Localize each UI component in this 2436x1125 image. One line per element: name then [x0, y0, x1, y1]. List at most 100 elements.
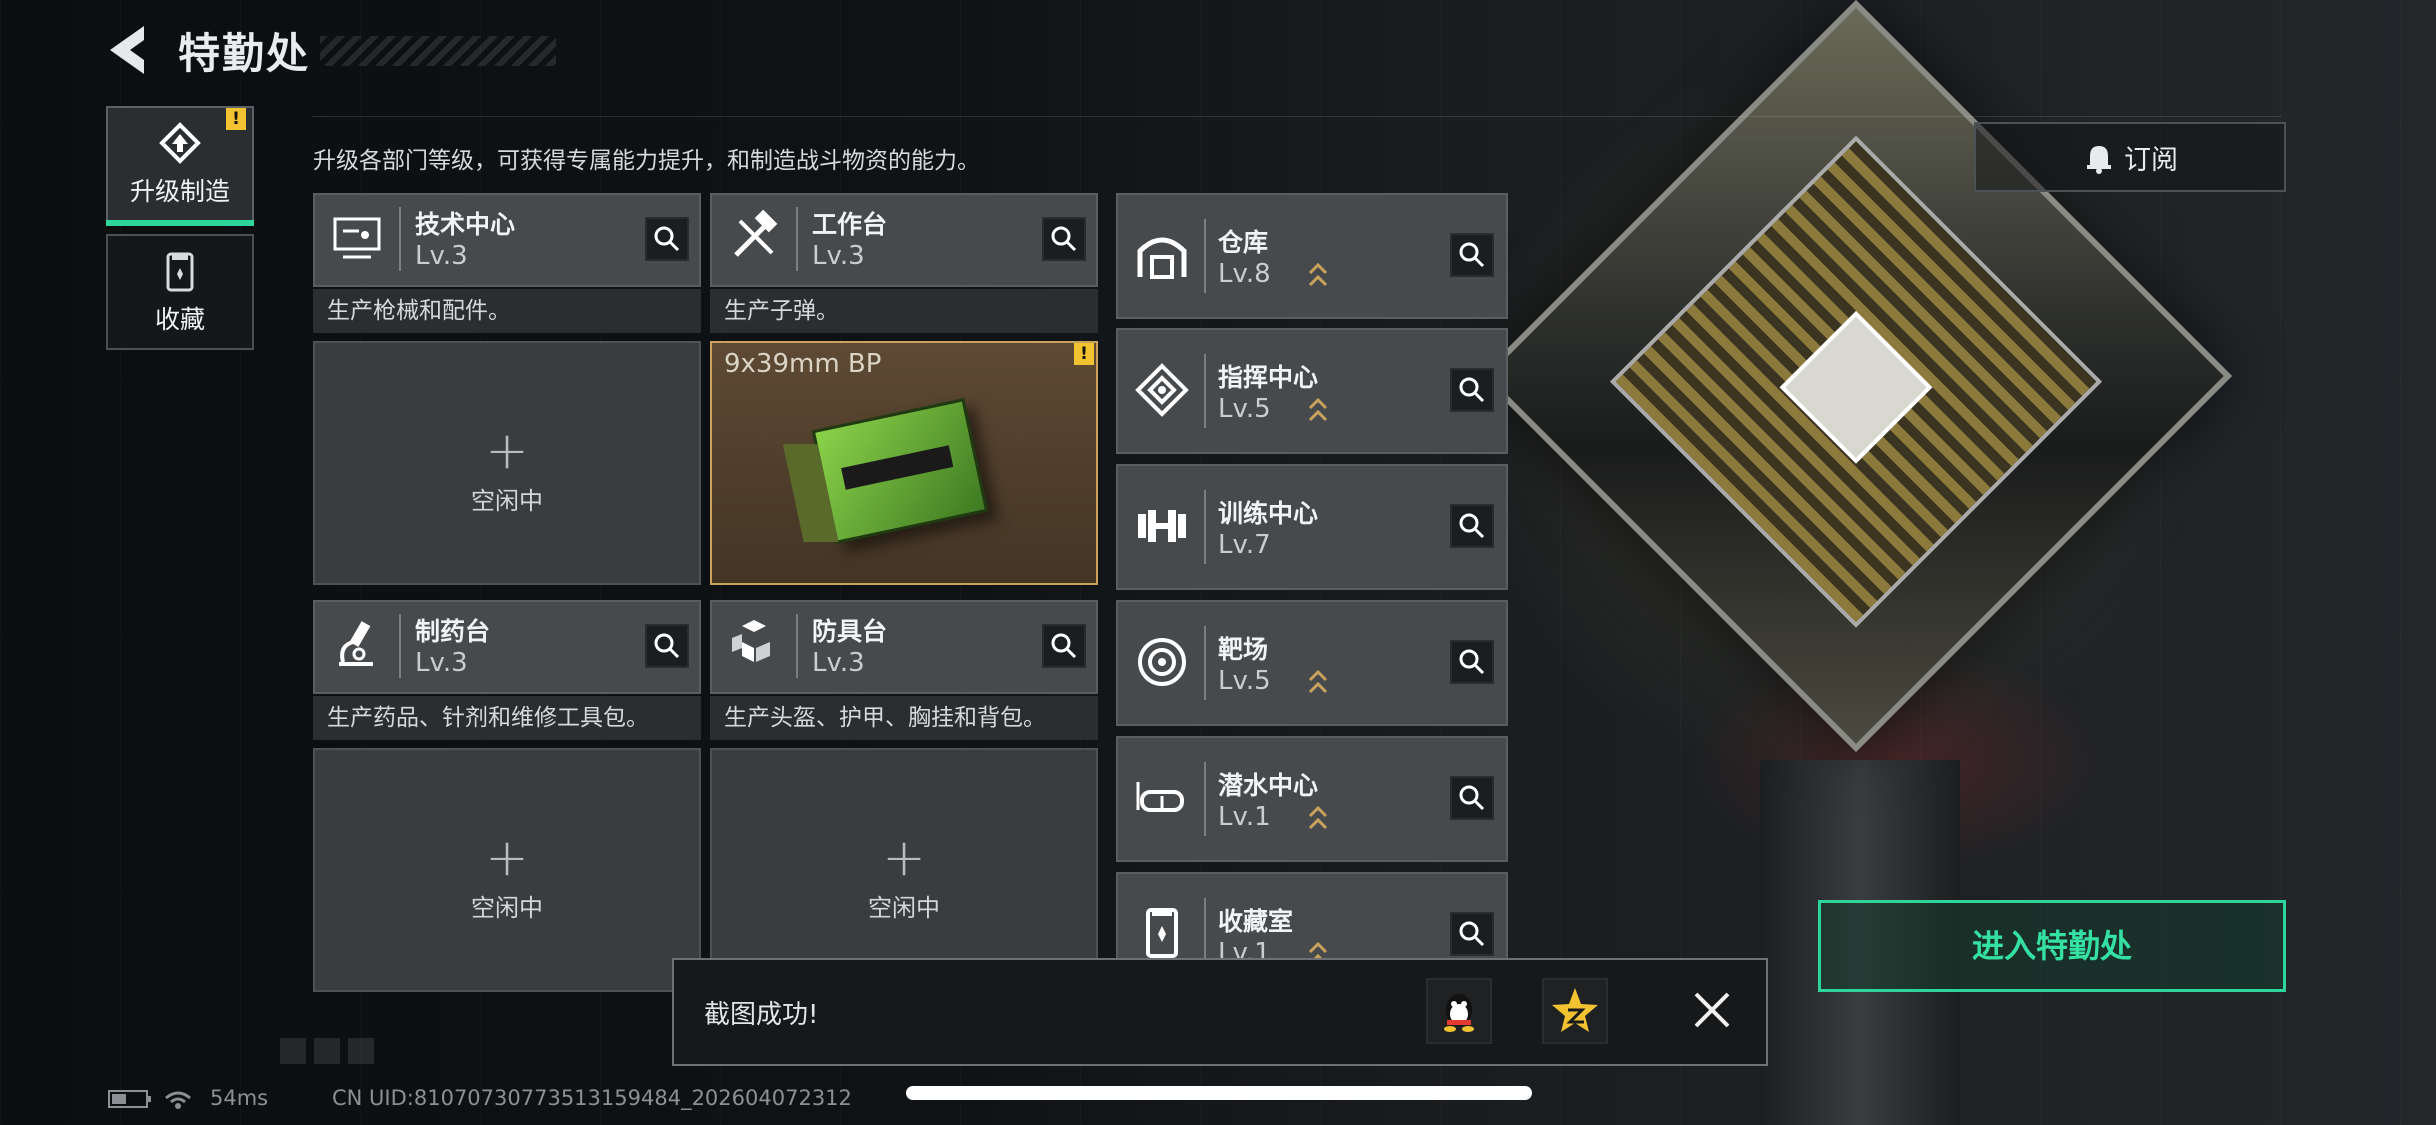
upgrade-available-icon: [1308, 669, 1328, 694]
search-icon: [654, 633, 680, 659]
slot-status: 空闲中: [471, 487, 543, 515]
inspect-button[interactable]: [1042, 217, 1086, 261]
facility-name: 防具台: [812, 617, 888, 646]
close-icon: [1694, 992, 1730, 1028]
battery-wifi-icon: [108, 1090, 191, 1109]
slot-status: 空闲中: [868, 894, 940, 922]
facility-level: Lv.3: [415, 648, 468, 678]
subscribe-label: 订阅: [2124, 145, 2178, 176]
facility-name: 靶场: [1218, 635, 1269, 664]
facility-level: Lv.3: [812, 648, 865, 678]
plus-icon: +: [485, 421, 529, 481]
search-icon: [1459, 513, 1485, 539]
inspect-button[interactable]: [1042, 624, 1086, 668]
computer-icon: [333, 217, 381, 259]
plus-icon: +: [882, 828, 926, 888]
production-slot[interactable]: + 空闲中: [313, 341, 701, 585]
inspect-button[interactable]: [1450, 640, 1494, 684]
facility-training-center[interactable]: 训练中心 Lv.7: [1116, 464, 1508, 590]
crafting-item-name: 9x39mm BP: [724, 349, 882, 379]
plus-icon: +: [485, 828, 529, 888]
back-button[interactable]: [104, 22, 154, 78]
home-indicator[interactable]: [906, 1086, 1532, 1100]
uid-label: CN UID:8107073077351315948​4_20260407231…: [332, 1086, 852, 1110]
search-icon: [1459, 649, 1485, 675]
tab-label: 升级制造: [129, 177, 230, 206]
inspect-button[interactable]: [1450, 233, 1494, 277]
back-arrow-icon: [110, 26, 144, 74]
facility-name: 制药台: [415, 617, 491, 646]
inspect-button[interactable]: [1450, 504, 1494, 548]
production-slot[interactable]: 9x39mm BP !: [710, 341, 1098, 585]
ammo-box-image: [782, 398, 989, 544]
card-header[interactable]: 技术中心 Lv.3: [313, 193, 701, 287]
search-icon: [1459, 242, 1485, 268]
slot-status: 空闲中: [471, 894, 543, 922]
card-header[interactable]: 工作台 Lv.3: [710, 193, 1098, 287]
goggles-icon: [1136, 782, 1184, 812]
qzone-star-icon: [1552, 988, 1598, 1032]
facility-name: 指挥中心: [1218, 363, 1319, 392]
share-qq-button[interactable]: [1426, 978, 1492, 1044]
card-description: 生产药品、针剂和维修工具包。: [313, 696, 701, 740]
facility-level: Lv.3: [812, 241, 865, 271]
card-description: 生产枪械和配件。: [313, 289, 701, 333]
collection-icon: [1146, 908, 1178, 958]
search-icon: [654, 226, 680, 252]
enter-special-ops-button[interactable]: 进入特勤处: [1818, 900, 2286, 992]
command-icon: [1135, 363, 1189, 417]
facility-name: 训练中心: [1218, 499, 1319, 528]
inspect-button[interactable]: [1450, 776, 1494, 820]
hammer-wrench-icon: [734, 209, 778, 257]
production-slot[interactable]: + 空闲中: [313, 748, 701, 992]
inspect-button[interactable]: [645, 624, 689, 668]
alert-badge: !: [226, 108, 246, 130]
card-description: 生产头盔、护甲、胸挂和背包。: [710, 696, 1098, 740]
facility-name: 潜水中心: [1218, 771, 1319, 800]
inspect-button[interactable]: [1450, 912, 1494, 956]
card-header[interactable]: 防具台 Lv.3: [710, 600, 1098, 694]
dumbbell-icon: [1138, 510, 1186, 542]
search-icon: [1459, 785, 1485, 811]
facility-level: Lv.5: [1218, 666, 1271, 696]
facility-command-center[interactable]: 指挥中心 Lv.5: [1116, 328, 1508, 454]
alert-badge: !: [1074, 343, 1094, 365]
toast-message: 截图成功!: [704, 1000, 819, 1030]
search-icon: [1459, 377, 1485, 403]
upgrade-available-icon: [1308, 805, 1328, 830]
bell-icon: [2087, 146, 2111, 174]
ping-label: 54ms: [210, 1086, 269, 1110]
upgrade-available-icon: [1308, 262, 1328, 287]
production-slot[interactable]: + 空闲中: [710, 748, 1098, 992]
qq-icon: [1444, 994, 1474, 1032]
search-icon: [1051, 226, 1077, 252]
inspect-button[interactable]: [645, 217, 689, 261]
facility-diving-center[interactable]: 潜水中心 Lv.1: [1116, 736, 1508, 862]
tab-collection[interactable]: 收藏: [106, 234, 254, 350]
header-divider: [312, 116, 2282, 117]
page-description: 升级各部门等级，可获得专属能力提升，和制造战斗物资的能力。: [313, 148, 980, 174]
active-tab-indicator: [106, 220, 254, 226]
close-toast-button[interactable]: [1682, 980, 1742, 1040]
collection-icon: [166, 252, 194, 292]
facility-level: Lv.3: [415, 241, 468, 271]
search-icon: [1051, 633, 1077, 659]
inspect-button[interactable]: [1450, 368, 1494, 412]
tab-upgrade-craft[interactable]: 升级制造 !: [106, 106, 254, 226]
warehouse-icon: [1137, 237, 1187, 279]
facility-name: 仓库: [1218, 228, 1269, 257]
facility-shooting-range[interactable]: 靶场 Lv.5: [1116, 600, 1508, 726]
search-icon: [1459, 921, 1485, 947]
share-qzone-button[interactable]: [1542, 978, 1608, 1044]
facility-name: 技术中心: [415, 210, 516, 239]
boxes-icon: [732, 620, 770, 662]
facility-name: 工作台: [812, 210, 888, 239]
title-decoration: [320, 36, 556, 66]
screenshot-toast: 截图成功!: [672, 958, 1768, 1066]
facility-name: 收藏室: [1218, 907, 1294, 936]
subscribe-button[interactable]: 订阅: [1974, 122, 2286, 192]
card-header[interactable]: 制药台 Lv.3: [313, 600, 701, 694]
facility-level: Lv.8: [1218, 259, 1271, 289]
facility-warehouse[interactable]: 仓库 Lv.8: [1116, 193, 1508, 319]
facility-level: Lv.7: [1218, 530, 1271, 560]
